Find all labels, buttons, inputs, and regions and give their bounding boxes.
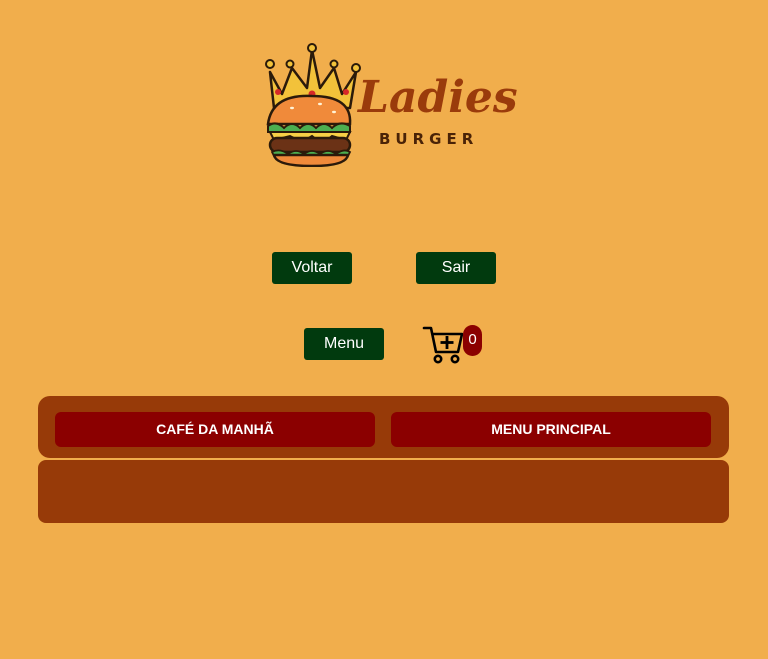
exit-button[interactable]: Sair: [416, 252, 496, 284]
category-breakfast-button[interactable]: CAFÉ DA MANHÃ: [55, 412, 375, 447]
cart-count-badge: 0: [463, 325, 482, 356]
menu-button[interactable]: Menu: [304, 328, 384, 360]
brand-logo: Ladies BURGER: [262, 42, 518, 167]
logo-subtitle: BURGER: [379, 130, 479, 148]
back-button[interactable]: Voltar: [272, 252, 352, 284]
burger-crown-logo-icon: [265, 43, 361, 167]
category-bar: CAFÉ DA MANHÃ MENU PRINCIPAL: [38, 396, 729, 458]
products-panel: [38, 460, 729, 523]
cart-button[interactable]: [422, 324, 464, 366]
cart-plus-icon: [422, 326, 464, 364]
logo-title: Ladies: [358, 72, 518, 123]
category-main-menu-button[interactable]: MENU PRINCIPAL: [391, 412, 711, 447]
